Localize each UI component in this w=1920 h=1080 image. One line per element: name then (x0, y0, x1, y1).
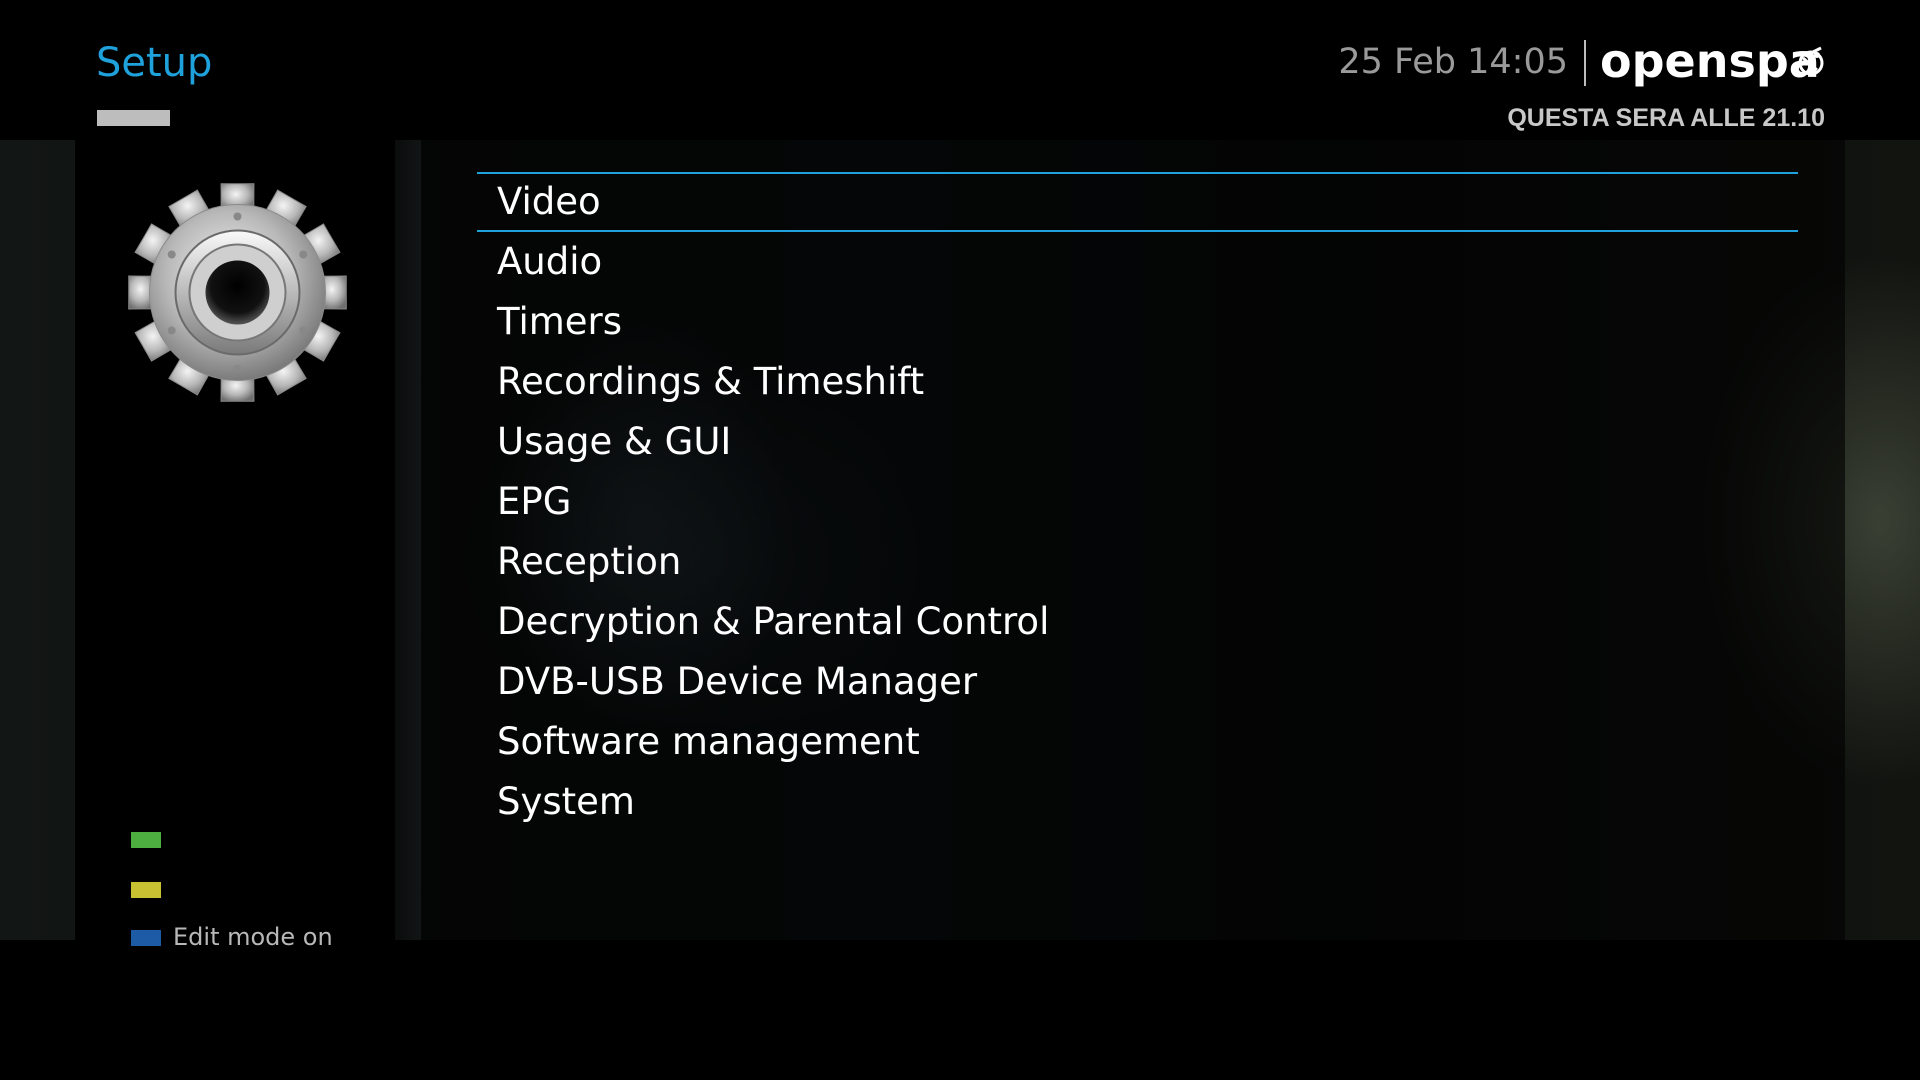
menu-item-timers[interactable]: Timers (477, 292, 1798, 352)
clock: 25 Feb 14:05 (1338, 42, 1568, 82)
now-playing-info: QUESTA SERA ALLE 21.10 (1507, 104, 1825, 132)
menu-item-software-management[interactable]: Software management (477, 712, 1798, 772)
edit-mode-label: Edit mode on (173, 923, 333, 951)
brand-logo: openspa (1600, 34, 1820, 88)
satellite-dish-icon (1798, 46, 1824, 76)
yellow-key-swatch (131, 882, 161, 898)
menu-item-reception[interactable]: Reception (477, 532, 1798, 592)
bottom-bar (0, 940, 1920, 1080)
yellow-key-legend (131, 882, 381, 902)
menu-item-audio[interactable]: Audio (477, 232, 1798, 292)
menu-item-system[interactable]: System (477, 772, 1798, 832)
setup-screen: Setup 25 Feb 14:05 openspa QUESTA SERA A… (0, 0, 1920, 1080)
blue-key-swatch (131, 930, 161, 946)
page-title: Setup (96, 40, 213, 86)
menu-item-decryption-parental-control[interactable]: Decryption & Parental Control (477, 592, 1798, 652)
menu-item-recordings-timeshift[interactable]: Recordings & Timeshift (477, 352, 1798, 412)
setup-menu: Video Audio Timers Recordings & Timeshift Us… (477, 172, 1798, 832)
gear-icon (128, 183, 347, 402)
menu-item-epg[interactable]: EPG (477, 472, 1798, 532)
menu-item-usage-gui[interactable]: Usage & GUI (477, 412, 1798, 472)
sidebar-divider (395, 140, 421, 940)
clock-separator (1584, 40, 1586, 86)
menu-item-dvb-usb-device-manager[interactable]: DVB-USB Device Manager (477, 652, 1798, 712)
menu-item-video[interactable]: Video (477, 172, 1798, 232)
blue-key-legend[interactable]: Edit mode on (131, 923, 381, 951)
title-underline (97, 110, 170, 126)
green-key-legend (131, 832, 381, 852)
green-key-swatch (131, 832, 161, 848)
